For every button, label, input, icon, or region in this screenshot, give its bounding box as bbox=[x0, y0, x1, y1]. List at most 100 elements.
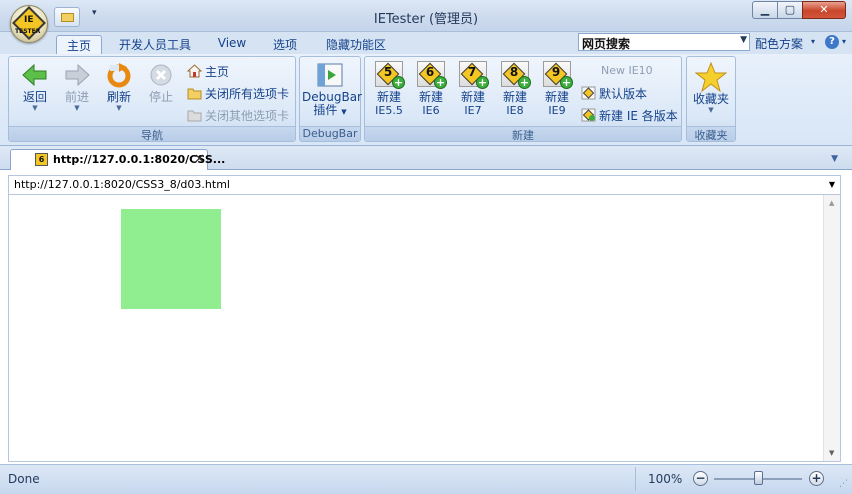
forward-label: 前进 bbox=[64, 90, 89, 104]
page-viewport: ▲ ▼ bbox=[8, 195, 841, 462]
zoom-slider-thumb[interactable] bbox=[754, 471, 763, 485]
plus-icon: + bbox=[434, 76, 447, 89]
status-separator bbox=[635, 467, 636, 491]
plus-icon: + bbox=[560, 76, 573, 89]
favorites-group-label: 收藏夹 bbox=[687, 126, 735, 142]
new-group: 5 + 新建 IE5.5 6 + 新建 IE6 7 + 新建 IE7 8 + 新建 IE… bbox=[364, 56, 682, 142]
new-ie6-button[interactable]: 6 + 新建 IE6 bbox=[413, 61, 449, 117]
close-all-tabs-button[interactable]: 关闭所有选项卡 bbox=[187, 85, 289, 103]
chevron-down-icon: ▼ bbox=[32, 104, 38, 112]
home-button[interactable]: 主页 bbox=[186, 63, 230, 81]
window-controls: ▁ ▢ ✕ bbox=[752, 1, 846, 20]
vertical-scrollbar[interactable]: ▲ ▼ bbox=[823, 195, 840, 461]
color-scheme-menu[interactable]: 配色方案 bbox=[755, 35, 803, 52]
tab-home[interactable]: 主页 bbox=[56, 35, 102, 54]
debugbar-label-line2-row: 插件 ▼ bbox=[302, 104, 358, 119]
tab-options[interactable]: 选项 bbox=[264, 35, 306, 54]
refresh-label: 刷新 bbox=[106, 90, 131, 104]
resize-grip-icon[interactable]: ⋰ bbox=[839, 479, 848, 489]
debugbar-group: DebugBar 插件 ▼ DebugBar bbox=[299, 56, 362, 142]
default-version-button[interactable]: 默认版本 bbox=[581, 85, 647, 103]
scroll-up-icon[interactable]: ▲ bbox=[829, 199, 834, 207]
new-all-versions-button[interactable]: 新建 IE 各版本 bbox=[581, 107, 678, 125]
close-button[interactable]: ✕ bbox=[802, 1, 846, 19]
close-icon[interactable]: ✕ bbox=[194, 152, 205, 167]
zoom-in-icon[interactable]: + bbox=[809, 471, 824, 486]
application-orb-button[interactable]: IE TESTER bbox=[10, 5, 48, 43]
forward-button[interactable]: 前进 ▼ bbox=[59, 61, 95, 112]
favorites-group: 收藏夹 ▼ 收藏夹 bbox=[686, 56, 736, 142]
chevron-down-icon: ▼ bbox=[74, 104, 80, 112]
window-title: IETester (管理员) bbox=[373, 12, 479, 27]
chevron-down-icon[interactable]: ▾ bbox=[811, 37, 815, 46]
debugbar-plugin-button[interactable]: DebugBar 插件 ▼ bbox=[302, 61, 362, 119]
tab-list-dropdown[interactable]: ▼ bbox=[831, 154, 838, 164]
address-bar[interactable]: http://127.0.0.1:8020/CSS3_8/d03.html ▼ bbox=[8, 175, 841, 195]
minimize-icon: ▁ bbox=[760, 3, 770, 16]
ie-all-versions-icon bbox=[581, 108, 596, 122]
quick-access-open-button[interactable] bbox=[54, 7, 80, 27]
stop-button[interactable]: 停止 bbox=[143, 61, 179, 104]
new-ie8-button[interactable]: 8 + 新建 IE8 bbox=[497, 61, 533, 117]
title-bar: IETester (管理员) ▾ ▁ ▢ ✕ bbox=[0, 0, 852, 32]
new-ie6-label-line2: IE6 bbox=[422, 104, 440, 117]
quick-access-dropdown[interactable]: ▾ bbox=[92, 8, 97, 18]
chevron-down-icon: ▼ bbox=[116, 104, 122, 112]
chevron-down-icon[interactable]: ▼ bbox=[829, 180, 835, 189]
ie-version-icon: 7 + bbox=[457, 61, 489, 91]
stop-icon bbox=[147, 61, 175, 89]
new-ie7-label-line1: 新建 bbox=[460, 90, 485, 104]
home-label: 主页 bbox=[205, 65, 230, 79]
status-bar: Done 100% − + ⋰ bbox=[0, 464, 852, 494]
back-label: 返回 bbox=[22, 90, 47, 104]
default-version-label: 默认版本 bbox=[599, 87, 648, 101]
close-other-tabs-button[interactable]: 关闭其他选项卡 bbox=[187, 107, 289, 125]
ie-version-icon: 9 + bbox=[541, 61, 573, 91]
document-tab[interactable]: 6 http://127.0.0.1:8020/CSS... ✕ bbox=[10, 149, 225, 170]
close-all-tabs-label: 关闭所有选项卡 bbox=[205, 87, 290, 101]
tab-hide-ribbon[interactable]: 隐藏功能区 bbox=[318, 35, 394, 54]
search-input-value: 网页搜索 bbox=[582, 37, 631, 51]
chevron-down-icon: ▼ bbox=[341, 108, 347, 116]
nav-group: 返回 ▼ 前进 ▼ 刷新 ▼ 停止 主页 关闭所有选项卡 关闭其他选项卡 导航 bbox=[8, 56, 296, 142]
new-ie55-button[interactable]: 5 + 新建 IE5.5 bbox=[371, 61, 407, 117]
debugbar-label-line2: 插件 bbox=[313, 103, 338, 117]
new-ie55-label-line2: IE5.5 bbox=[375, 104, 403, 117]
web-search-input[interactable]: 网页搜索 ▼ bbox=[578, 33, 750, 51]
new-ie9-label-line2: IE9 bbox=[548, 104, 566, 117]
maximize-button[interactable]: ▢ bbox=[777, 1, 803, 19]
chevron-down-icon[interactable]: ▾ bbox=[842, 37, 846, 46]
ie6-tab-icon: 6 bbox=[35, 153, 48, 166]
back-button[interactable]: 返回 ▼ bbox=[17, 61, 53, 112]
new-ie10-button[interactable]: New IE10 bbox=[601, 64, 653, 82]
chevron-down-icon[interactable]: ▼ bbox=[740, 35, 747, 45]
ribbon: 返回 ▼ 前进 ▼ 刷新 ▼ 停止 主页 关闭所有选项卡 关闭其他选项卡 导航 … bbox=[0, 54, 852, 146]
forward-arrow-icon bbox=[63, 61, 91, 89]
chevron-down-icon: ▼ bbox=[708, 106, 714, 114]
favorites-button[interactable]: 收藏夹 ▼ bbox=[691, 61, 731, 114]
close-icon: ✕ bbox=[819, 3, 829, 16]
scroll-down-icon[interactable]: ▼ bbox=[829, 449, 834, 457]
folder-icon bbox=[187, 86, 202, 100]
new-ie7-button[interactable]: 7 + 新建 IE7 bbox=[455, 61, 491, 117]
help-icon[interactable]: ? bbox=[825, 35, 839, 49]
folder-icon bbox=[187, 108, 202, 122]
status-text: Done bbox=[8, 472, 40, 486]
refresh-button[interactable]: 刷新 ▼ bbox=[101, 61, 137, 112]
ie-version-icon: 5 + bbox=[373, 61, 405, 91]
minimize-button[interactable]: ▁ bbox=[752, 1, 778, 19]
debugbar-icon bbox=[316, 61, 344, 89]
zoom-out-icon[interactable]: − bbox=[693, 471, 708, 486]
tab-view[interactable]: View bbox=[210, 35, 254, 54]
tab-developer-tools[interactable]: 开发人员工具 bbox=[112, 35, 198, 54]
home-icon bbox=[186, 64, 203, 78]
logo-text-ie: IE bbox=[24, 15, 34, 25]
zoom-level-text[interactable]: 100% bbox=[648, 472, 682, 486]
new-ie9-button[interactable]: 9 + 新建 IE9 bbox=[539, 61, 575, 117]
new-ie8-label-line1: 新建 bbox=[502, 90, 527, 104]
refresh-icon bbox=[105, 61, 133, 89]
ie-default-icon bbox=[581, 86, 596, 100]
favorites-label: 收藏夹 bbox=[692, 92, 729, 106]
address-input-value: http://127.0.0.1:8020/CSS3_8/d03.html bbox=[14, 178, 230, 191]
new-ie8-label-line2: IE8 bbox=[506, 104, 524, 117]
